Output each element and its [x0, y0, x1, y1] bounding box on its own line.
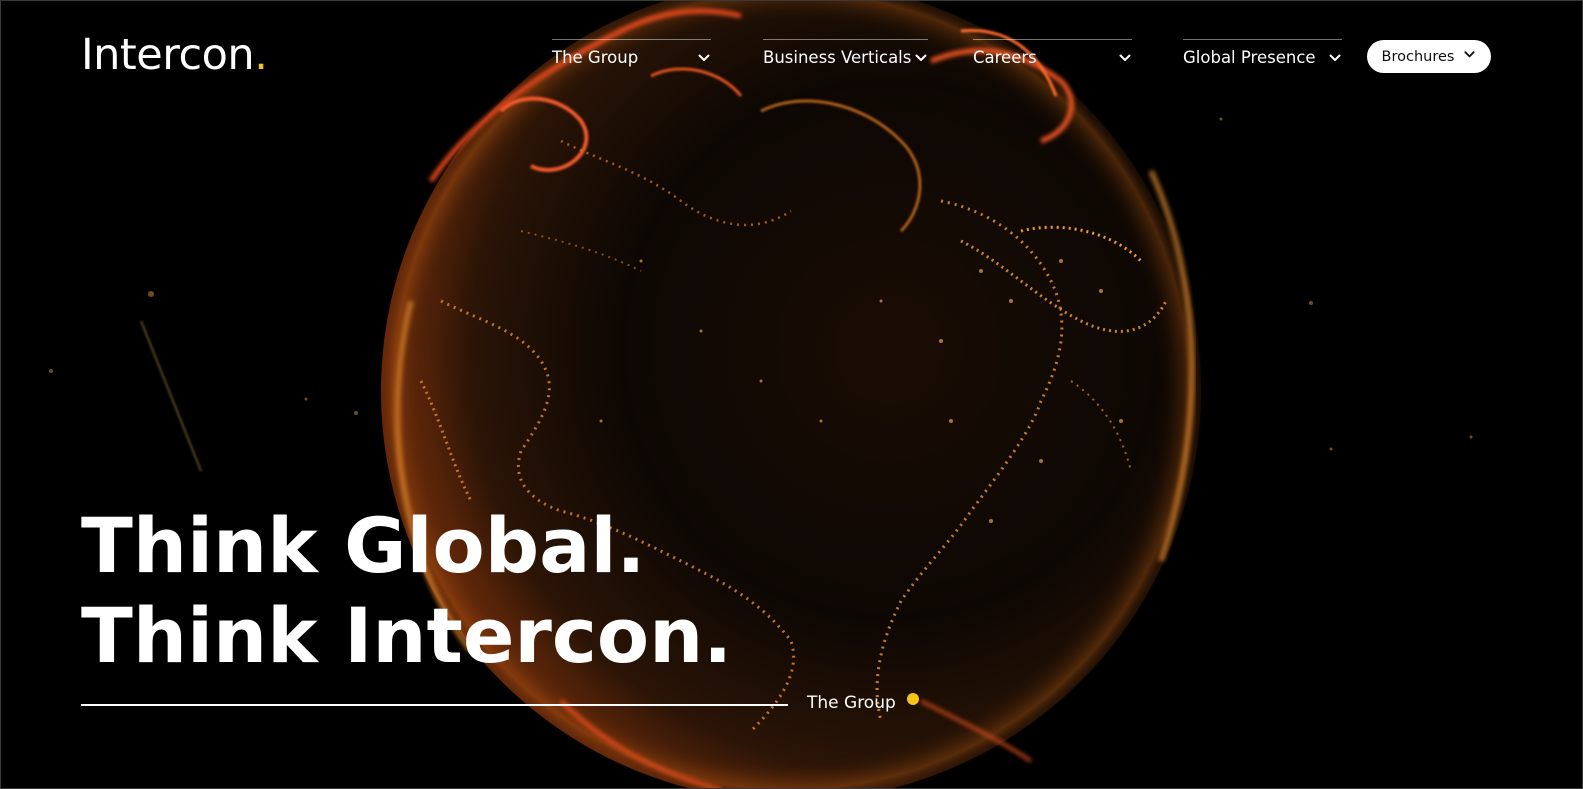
- hero-accent-dot: [907, 693, 919, 705]
- chevron-down-icon: [1118, 51, 1132, 65]
- brand-logo[interactable]: Intercon.: [81, 34, 268, 77]
- nav-item-global-presence[interactable]: Global Presence: [1183, 39, 1342, 73]
- nav-item-careers[interactable]: Careers: [973, 39, 1132, 73]
- nav-item-label: Global Presence: [1183, 48, 1316, 67]
- brochures-button[interactable]: Brochures: [1367, 40, 1491, 73]
- hero-title: Think Global. Think Intercon.: [81, 501, 732, 681]
- brand-dot: .: [254, 30, 268, 80]
- brochures-label: Brochures: [1381, 48, 1455, 65]
- nav-item-the-group[interactable]: The Group: [552, 39, 711, 73]
- page: Intercon. The Group Business Verticals C…: [0, 0, 1583, 789]
- nav-item-label: Business Verticals: [763, 48, 912, 67]
- chevron-down-icon: [697, 51, 711, 65]
- nav-item-label: The Group: [552, 48, 639, 67]
- chevron-down-icon: [1463, 48, 1476, 65]
- nav-item-label: Careers: [973, 48, 1037, 67]
- hero-title-line-2: Think Intercon.: [81, 591, 733, 680]
- hero-title-line-1: Think Global.: [81, 501, 646, 590]
- hero-the-group-link[interactable]: The Group: [807, 693, 896, 713]
- chevron-down-icon: [1328, 51, 1342, 65]
- brand-name: Intercon: [81, 30, 255, 80]
- chevron-down-icon: [914, 51, 928, 65]
- nav-item-business-verticals[interactable]: Business Verticals: [763, 39, 928, 73]
- hero-divider: [81, 704, 788, 706]
